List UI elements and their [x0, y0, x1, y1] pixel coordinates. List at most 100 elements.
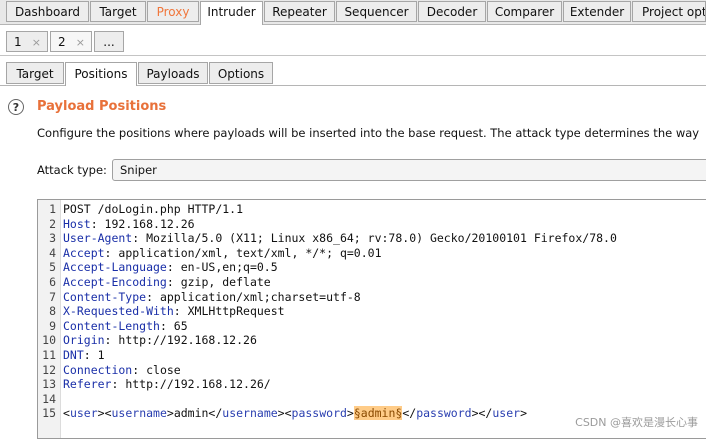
request-text: ><: [97, 406, 112, 421]
request-line[interactable]: 3 User-Agent: Mozilla/5.0 (X11; Linux x86…: [38, 231, 617, 246]
request-line[interactable]: 15 <user><username>admin</username><passw…: [38, 406, 617, 421]
line-number: 15: [42, 406, 56, 421]
attack-type-label: Attack type:: [37, 163, 107, 177]
tab-comparer[interactable]: Comparer: [487, 1, 562, 22]
request-tab-label: 1: [14, 35, 22, 49]
help-icon[interactable]: ?: [8, 99, 24, 115]
line-number: 3: [49, 231, 56, 246]
request-text: >admin</: [166, 406, 223, 421]
request-text: : 65: [159, 318, 188, 333]
xml-tag: username: [222, 406, 278, 421]
header-name: Referer: [63, 377, 112, 392]
tab-intruder[interactable]: Intruder: [200, 1, 263, 25]
request-line[interactable]: 14: [38, 392, 617, 407]
xml-tag: user: [492, 406, 521, 421]
line-number: 7: [49, 289, 56, 304]
request-tab-1[interactable]: 1 ×: [6, 31, 48, 52]
request-line[interactable]: 13 Referer: http://192.168.12.26/: [38, 377, 617, 392]
request-tab-bar: 1 × 2 × ...: [0, 27, 706, 56]
request-line[interactable]: 10 Origin: http://192.168.12.26: [38, 333, 617, 348]
header-name: Accept-Encoding: [63, 274, 167, 289]
request-tab-2[interactable]: 2 ×: [50, 31, 92, 52]
request-text: : Mozilla/5.0 (X11; Linux x86_64; rv:78.…: [132, 231, 617, 246]
request-text: : 192.168.12.26: [90, 216, 195, 231]
section-title: Payload Positions: [37, 99, 167, 114]
request-text: >: [520, 406, 527, 421]
request-text: : XMLHttpRequest: [173, 304, 285, 319]
attack-type-select[interactable]: Sniper: [112, 159, 706, 181]
close-icon[interactable]: ×: [32, 32, 41, 53]
header-name: Origin: [63, 333, 105, 348]
xml-tag: username: [111, 406, 167, 421]
tab-options[interactable]: Options: [209, 62, 273, 84]
request-text: : en-US,en;q=0.5: [166, 260, 278, 275]
line-number: 9: [49, 318, 56, 333]
header-name: Accept-Language: [63, 260, 167, 275]
tab-repeater[interactable]: Repeater: [264, 1, 335, 22]
request-text: ><: [277, 406, 292, 421]
request-line[interactable]: 2 Host: 192.168.12.26: [38, 217, 617, 232]
section-description: Configure the positions where payloads w…: [37, 126, 700, 140]
xml-tag: user: [69, 406, 98, 421]
request-text: : http://192.168.12.26/: [111, 377, 271, 392]
request-line[interactable]: 6 Accept-Encoding: gzip, deflate: [38, 275, 617, 290]
request-editor[interactable]: 1 POST /doLogin.php HTTP/1.1 2 Host: 192.16…: [37, 199, 706, 439]
line-number: 4: [49, 245, 56, 260]
close-icon[interactable]: ×: [76, 32, 85, 53]
request-line[interactable]: 1 POST /doLogin.php HTTP/1.1: [38, 202, 617, 217]
request-text: : gzip, deflate: [166, 274, 271, 289]
line-number: 8: [49, 304, 56, 319]
request-line[interactable]: 7 Content-Type: application/xml;charset=u…: [38, 290, 617, 305]
tab-decoder[interactable]: Decoder: [418, 1, 486, 22]
header-name: Host: [63, 216, 91, 231]
tab-dashboard[interactable]: Dashboard: [6, 1, 89, 22]
tab-proxy[interactable]: Proxy: [147, 1, 199, 22]
xml-tag: password: [291, 406, 347, 421]
intruder-tab-bar: Target Positions Payloads Options: [0, 58, 706, 86]
header-name: Connection: [63, 362, 133, 377]
request-text: </: [402, 406, 417, 421]
line-number: 12: [42, 362, 56, 377]
line-number: 1: [49, 202, 56, 216]
request-text: : 1: [83, 347, 105, 362]
request-text: ></: [471, 406, 493, 421]
line-number: 14: [42, 391, 56, 406]
tab-sequencer[interactable]: Sequencer: [336, 1, 417, 22]
tab-target[interactable]: Target: [90, 1, 146, 22]
tab-payloads[interactable]: Payloads: [138, 62, 208, 84]
header-name: User-Agent: [63, 231, 133, 246]
request-text: : http://192.168.12.26: [104, 333, 257, 348]
request-line[interactable]: 11 DNT: 1: [38, 348, 617, 363]
request-line[interactable]: 9 Content-Length: 65: [38, 319, 617, 334]
line-number: 13: [42, 377, 56, 392]
payload-marker: §admin§: [353, 406, 403, 421]
xml-tag: password: [416, 406, 472, 421]
tab-positions[interactable]: Positions: [65, 62, 137, 86]
request-line[interactable]: 4 Accept: application/xml, text/xml, */*;…: [38, 246, 617, 261]
line-number: 5: [49, 260, 56, 275]
header-name: Content-Type: [63, 289, 147, 304]
request-line[interactable]: 8 X-Requested-With: XMLHttpRequest: [38, 304, 617, 319]
new-tab-button[interactable]: ...: [94, 31, 124, 52]
header-name: Accept: [63, 245, 105, 260]
line-number: 10: [42, 333, 56, 348]
watermark: CSDN @喜欢是漫长心事: [575, 416, 698, 429]
header-name: X-Requested-With: [63, 304, 174, 319]
tab-intruder-target[interactable]: Target: [6, 62, 64, 84]
request-text: : application/xml;charset=utf-8: [146, 289, 361, 304]
line-number: 6: [49, 274, 56, 289]
request-line[interactable]: 12 Connection: close: [38, 363, 617, 378]
line-number: 11: [42, 347, 56, 362]
tab-project-options[interactable]: Project opt: [632, 1, 706, 22]
request-text: : close: [132, 362, 181, 377]
request-lines: 1 POST /doLogin.php HTTP/1.1 2 Host: 192.16…: [38, 202, 617, 421]
request-text: >: [346, 406, 354, 421]
request-text: <: [63, 406, 70, 421]
request-text: POST /doLogin.php HTTP/1.1: [63, 202, 244, 216]
request-tab-label: 2: [58, 35, 66, 49]
request-line[interactable]: 5 Accept-Language: en-US,en;q=0.5: [38, 260, 617, 275]
request-text: : application/xml, text/xml, */*; q=0.01: [104, 245, 382, 260]
tab-extender[interactable]: Extender: [563, 1, 631, 22]
header-name: DNT: [63, 347, 84, 362]
header-name: Content-Length: [63, 318, 160, 333]
